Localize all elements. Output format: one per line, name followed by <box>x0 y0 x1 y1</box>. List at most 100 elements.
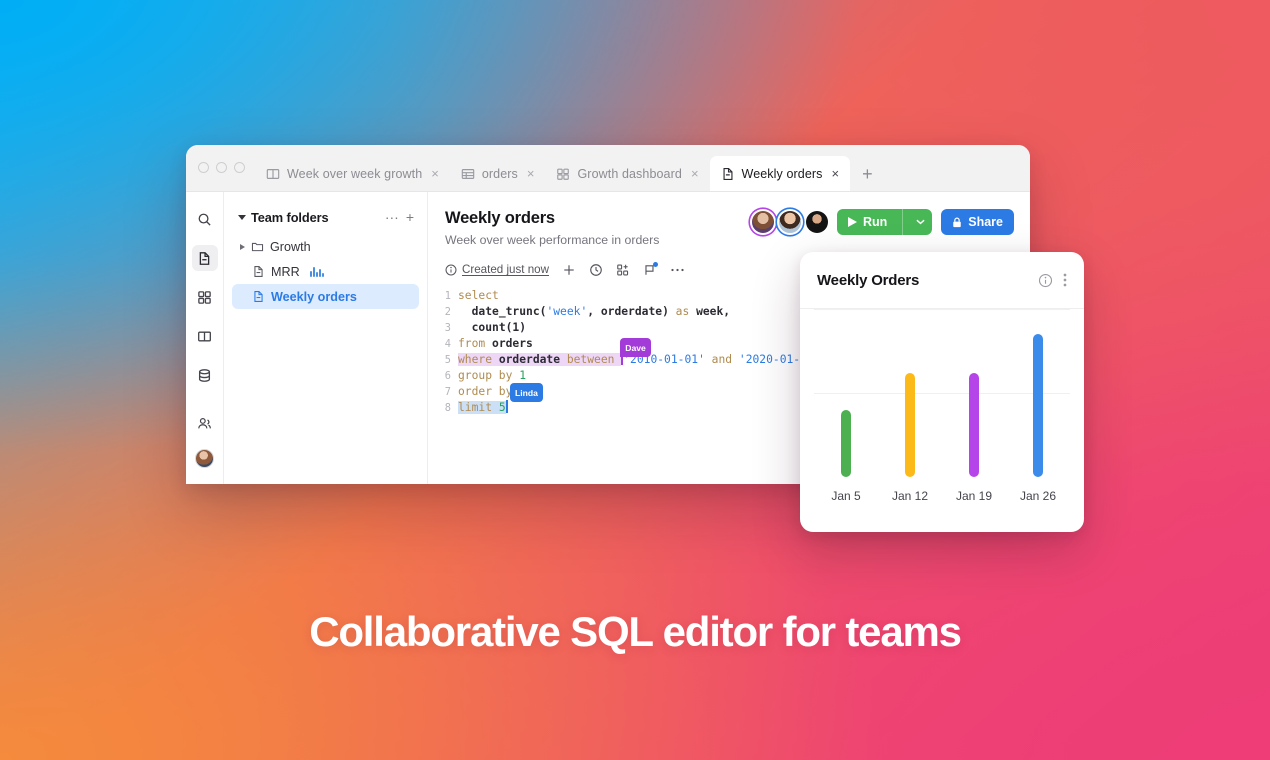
plus-icon[interactable] <box>562 263 576 277</box>
tab-orders[interactable]: orders × <box>450 156 546 191</box>
lock-icon <box>953 217 961 227</box>
add-block-icon[interactable] <box>616 263 630 277</box>
avatar-linda[interactable] <box>778 211 801 233</box>
more-icon[interactable] <box>670 263 685 277</box>
search-icon <box>198 213 211 226</box>
collaborator-avatars <box>751 211 828 233</box>
file-tree-panel: Team folders ··· + Growth MRR Weekly ord… <box>224 192 428 484</box>
info-icon[interactable] <box>1038 273 1053 288</box>
tab-weekly-orders[interactable]: Weekly orders × <box>709 156 851 191</box>
rail-item-documents[interactable] <box>191 245 218 271</box>
rail-item-database[interactable] <box>192 362 218 388</box>
bar-column <box>814 309 878 477</box>
tab-bar: Week over week growth × orders × Growth … <box>186 145 1030 192</box>
line-number: 4 <box>444 338 451 350</box>
tree-item-label: Weekly orders <box>271 289 357 304</box>
chart-bars-icon <box>309 266 325 277</box>
document-icon <box>254 266 263 277</box>
cursor-name-tag: Dave <box>620 338 651 357</box>
close-window-button[interactable] <box>198 162 209 173</box>
line-number: 5 <box>444 354 451 366</box>
remote-cursor-dave: Dave <box>620 338 651 365</box>
book-icon <box>266 168 280 179</box>
flag-icon[interactable] <box>643 261 658 277</box>
tree-item-label: MRR <box>271 264 300 279</box>
tree-item-weekly-orders[interactable]: Weekly orders <box>232 284 419 309</box>
line-number: 1 <box>444 290 451 302</box>
x-tick-label: Jan 26 <box>1019 489 1057 503</box>
new-tab-button[interactable]: + <box>850 165 885 191</box>
tab-week-over-week-growth[interactable]: Week over week growth × <box>255 156 450 191</box>
created-status[interactable]: Created just now <box>445 263 549 276</box>
notification-badge <box>653 261 658 267</box>
rail-item-people[interactable] <box>192 410 218 436</box>
code-text: group by 1 <box>458 369 527 382</box>
close-icon[interactable]: × <box>691 167 699 180</box>
x-tick-label: Jan 12 <box>891 489 929 503</box>
hero-headline: Collaborative SQL editor for teams <box>309 608 962 655</box>
chart-plot-area <box>814 309 1070 477</box>
grid-icon <box>198 290 211 304</box>
maximize-window-button[interactable] <box>234 162 245 173</box>
line-number: 3 <box>444 322 451 334</box>
rail-item-search[interactable] <box>192 206 218 232</box>
chart-x-axis: Jan 5 Jan 12 Jan 19 Jan 26 <box>814 477 1070 503</box>
bar-series <box>814 309 1070 477</box>
tab-label: orders <box>481 166 518 181</box>
tree-item-mrr[interactable]: MRR <box>232 259 419 284</box>
minimize-window-button[interactable] <box>216 162 227 173</box>
chevron-down-icon[interactable] <box>909 217 932 228</box>
run-button[interactable]: Run <box>836 209 933 235</box>
tree-item-label: Growth <box>270 239 311 254</box>
icon-rail <box>186 192 224 484</box>
rail-item-library[interactable] <box>192 323 218 349</box>
share-button[interactable]: Share <box>941 209 1014 235</box>
bar-jan-19[interactable] <box>969 372 979 477</box>
rail-item-dashboards[interactable] <box>192 284 218 310</box>
tab-label: Weekly orders <box>741 166 823 181</box>
document-icon <box>723 167 733 180</box>
avatar-third[interactable] <box>805 211 828 233</box>
info-icon <box>445 264 457 275</box>
tab-label: Growth dashboard <box>577 166 682 181</box>
code-text: select <box>458 289 499 302</box>
team-folders-label: Team folders <box>251 209 329 225</box>
code-text: count(1) <box>471 321 527 334</box>
table-icon <box>461 168 475 179</box>
chart-title: Weekly Orders <box>817 271 920 289</box>
bar-jan-26[interactable] <box>1033 334 1043 477</box>
x-tick-label: Jan 5 <box>831 489 861 503</box>
cursor-name-tag: Linda <box>510 383 543 402</box>
chevron-right-icon[interactable] <box>240 243 245 250</box>
close-icon[interactable]: × <box>832 167 840 180</box>
team-folders-header: Team folders ··· + <box>232 206 419 228</box>
bar-jan-12[interactable] <box>905 372 915 477</box>
people-icon <box>198 417 211 428</box>
play-icon <box>847 217 857 227</box>
window-controls[interactable] <box>196 145 255 191</box>
x-tick-label: Jan 19 <box>955 489 993 503</box>
bar-column <box>1006 309 1070 477</box>
close-icon[interactable]: × <box>431 167 439 180</box>
avatar-dave[interactable] <box>751 211 774 233</box>
folder-add-button[interactable]: + <box>405 210 415 224</box>
run-label: Run <box>862 215 888 229</box>
tree-item-growth[interactable]: Growth <box>232 234 419 259</box>
code-text: from orders <box>458 337 533 350</box>
chevron-down-icon[interactable] <box>238 214 246 220</box>
dashboard-grid-icon <box>557 168 570 180</box>
clock-icon[interactable] <box>589 263 603 277</box>
chart-card-header: Weekly Orders <box>800 252 1084 309</box>
bar-column <box>878 309 942 477</box>
created-label: Created just now <box>462 263 549 276</box>
avatar[interactable] <box>195 449 214 468</box>
folder-more-button[interactable]: ··· <box>384 210 400 224</box>
tab-growth-dashboard[interactable]: Growth dashboard × <box>545 156 709 191</box>
remote-cursor-linda <box>505 400 508 413</box>
more-vertical-icon[interactable] <box>1063 272 1067 288</box>
bar-jan-5[interactable] <box>841 409 851 477</box>
folder-icon <box>251 242 264 252</box>
close-icon[interactable]: × <box>527 167 535 180</box>
line-number: 8 <box>444 402 451 414</box>
run-divider <box>902 209 904 235</box>
